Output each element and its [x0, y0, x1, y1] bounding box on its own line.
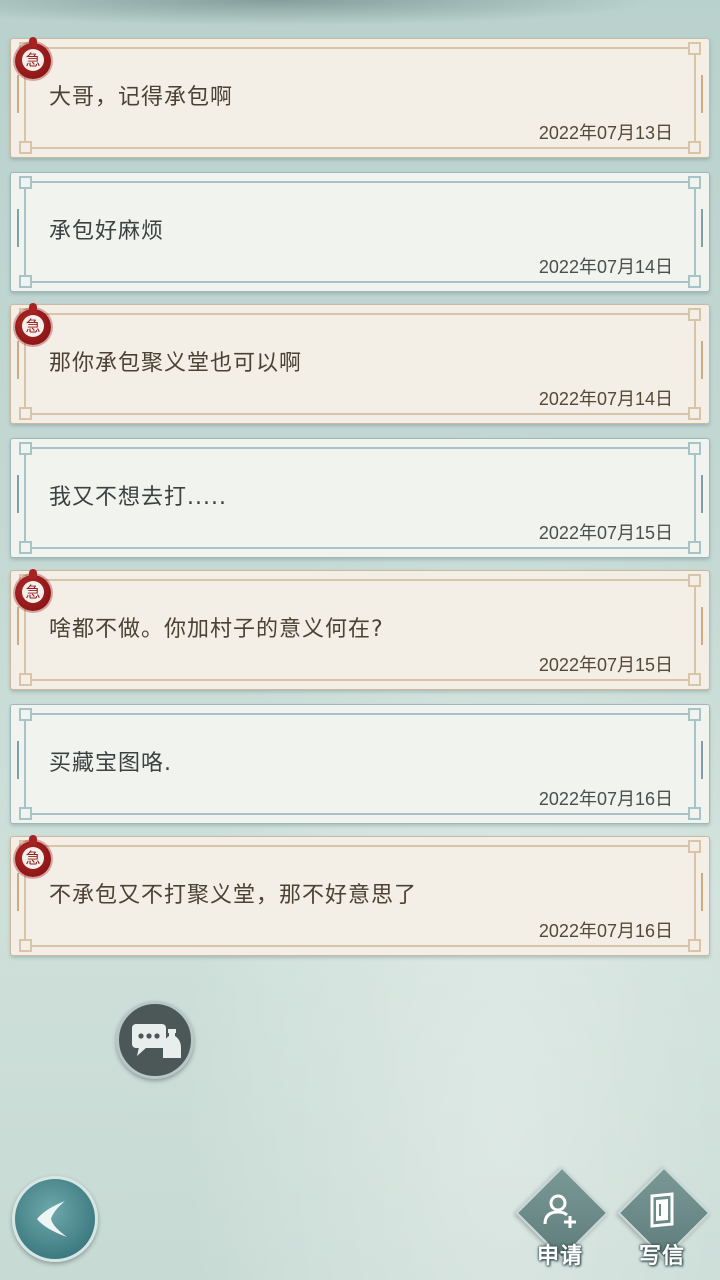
message-card[interactable]: 承包好麻烦 2022年07月14日: [10, 172, 710, 292]
message-date: 2022年07月15日: [538, 523, 673, 543]
frame-corner: [19, 176, 32, 189]
seal-brush: [29, 835, 37, 845]
frame-corner: [19, 673, 32, 686]
frame-corner: [688, 141, 701, 154]
back-button[interactable]: [12, 1176, 98, 1262]
frame-corner: [19, 541, 32, 554]
urgent-seal-icon: 急: [15, 37, 51, 79]
frame-corner: [19, 275, 32, 288]
frame-corner: [19, 407, 32, 420]
frame-corner: [19, 939, 32, 952]
message-date: 2022年07月15日: [538, 655, 673, 675]
frame-corner: [688, 939, 701, 952]
frame-tick: [701, 341, 703, 379]
message-card[interactable]: 急 大哥，记得承包啊 2022年07月13日: [10, 37, 710, 158]
frame-corner: [688, 176, 701, 189]
message-text: 啥都不做。你加村子的意义何在?: [49, 617, 384, 642]
apply-label: 申请: [536, 1244, 583, 1269]
frame-corner: [688, 275, 701, 288]
chat-bubble-icon: [132, 1024, 181, 1058]
seal-brush: [29, 37, 37, 47]
frame-corner: [688, 840, 701, 853]
top-shadow: [0, 0, 720, 30]
apply-button[interactable]: 申请: [512, 1166, 609, 1278]
frame-corner: [688, 574, 701, 587]
message-text: 承包好麻烦: [49, 219, 165, 244]
message-date: 2022年07月13日: [538, 123, 673, 143]
frame-tick: [17, 341, 19, 379]
frame-corner: [688, 308, 701, 321]
frame-tick: [17, 741, 19, 779]
frame-corner: [19, 141, 32, 154]
frame-corner: [19, 708, 32, 721]
urgent-seal-icon: 急: [15, 303, 51, 345]
frame-corner: [19, 807, 32, 820]
message-card[interactable]: 急 啥都不做。你加村子的意义何在? 2022年07月15日: [10, 569, 710, 690]
message-date: 2022年07月14日: [538, 257, 673, 277]
frame-tick: [701, 475, 703, 513]
write-label: 写信: [638, 1244, 685, 1269]
frame-corner: [688, 407, 701, 420]
message-text: 我又不想去打.....: [49, 485, 227, 510]
frame-corner: [19, 442, 32, 455]
message-card[interactable]: 急 不承包又不打聚义堂，那不好意思了 2022年07月16日: [10, 835, 710, 956]
message-date: 2022年07月16日: [538, 921, 673, 941]
seal-char: 急: [22, 581, 44, 603]
seal-brush: [29, 569, 37, 579]
frame-tick: [17, 475, 19, 513]
frame-corner: [688, 807, 701, 820]
message-card[interactable]: 买藏宝图咯. 2022年07月16日: [10, 704, 710, 824]
frame-corner: [688, 673, 701, 686]
frame-tick: [17, 873, 19, 911]
message-text: 大哥，记得承包啊: [49, 85, 234, 110]
frame-tick: [17, 607, 19, 645]
frame-tick: [701, 741, 703, 779]
frame-tick: [701, 75, 703, 113]
seal-char: 急: [22, 49, 44, 71]
message-text: 那你承包聚义堂也可以啊: [49, 351, 303, 376]
message-date: 2022年07月16日: [538, 789, 673, 809]
chat-button[interactable]: [116, 1001, 194, 1079]
seal-brush: [29, 303, 37, 313]
write-button[interactable]: 写信: [614, 1166, 711, 1278]
message-text: 买藏宝图咯.: [49, 751, 172, 776]
add-user-icon: [543, 1194, 576, 1228]
message-card[interactable]: 我又不想去打..... 2022年07月15日: [10, 438, 710, 558]
seal-char: 急: [22, 847, 44, 869]
frame-tick: [17, 209, 19, 247]
message-date: 2022年07月14日: [538, 389, 673, 409]
urgent-seal-icon: 急: [15, 569, 51, 611]
message-card[interactable]: 急 那你承包聚义堂也可以啊 2022年07月14日: [10, 303, 710, 424]
frame-corner: [688, 708, 701, 721]
message-text: 不承包又不打聚义堂，那不好意思了: [49, 883, 418, 908]
frame-tick: [17, 75, 19, 113]
frame-corner: [688, 42, 701, 55]
back-arrow-icon: [37, 1201, 67, 1237]
seal-char: 急: [22, 315, 44, 337]
frame-tick: [701, 209, 703, 247]
frame-tick: [701, 607, 703, 645]
frame-corner: [688, 442, 701, 455]
urgent-seal-icon: 急: [15, 835, 51, 877]
letter-icon: [650, 1192, 674, 1228]
frame-corner: [688, 541, 701, 554]
frame-tick: [701, 873, 703, 911]
